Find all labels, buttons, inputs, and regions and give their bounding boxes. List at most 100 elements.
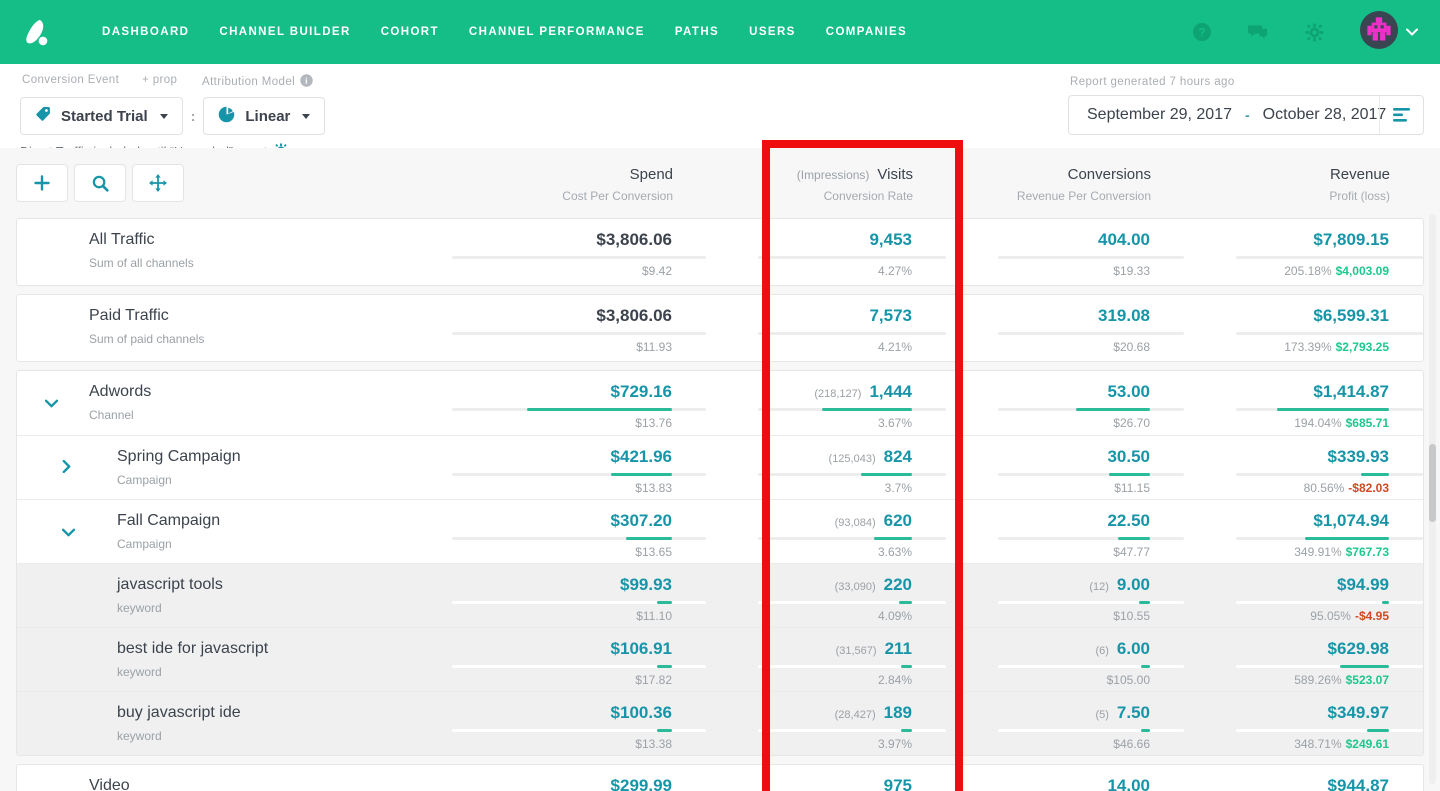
nav-item-channel-builder[interactable]: CHANNEL BUILDER (219, 26, 350, 38)
attribution-app: DASHBOARD CHANNEL BUILDER COHORT CHANNEL PE… (0, 0, 1440, 791)
scrollbar[interactable] (1429, 214, 1436, 784)
date-options-icon[interactable] (1379, 96, 1423, 134)
visits-bar-track (758, 256, 946, 259)
conversions-subvalue: $20.68 (946, 340, 1150, 354)
settings-gear-icon[interactable] (1304, 22, 1324, 42)
cell-revenue: $1,074.94349.91%$767.73 (1184, 500, 1423, 563)
nav-item-channel-performance[interactable]: CHANNEL PERFORMANCE (469, 26, 645, 38)
visits-value: 189 (884, 703, 912, 722)
nav-menu: DASHBOARD CHANNEL BUILDER COHORT CHANNEL PE… (72, 26, 907, 38)
table-row-video[interactable]: VideoChannel$299.9997514.00$944.87 (17, 765, 1423, 791)
row-name-cell: Spring Campaign Campaign (17, 436, 452, 499)
nav-item-users[interactable]: USERS (749, 26, 796, 38)
visits-value: 620 (884, 511, 912, 530)
row-type-label: Campaign (117, 473, 452, 487)
conversions-bar-fill (1076, 408, 1150, 411)
help-icon[interactable]: ? (1192, 22, 1212, 42)
table-row-fall-campaign[interactable]: Fall CampaignCampaign$307.20$13.65(93,08… (17, 499, 1423, 563)
revenue-bar-track (1236, 601, 1423, 604)
conversion-event-dropdown[interactable]: Started Trial (20, 97, 183, 135)
nav-item-paths[interactable]: PATHS (675, 26, 719, 38)
visits-value: 824 (884, 447, 912, 466)
cell-conversions: (12)9.00$10.55 (946, 564, 1184, 627)
chevron-right-icon[interactable] (62, 460, 71, 478)
visits-subvalue: 3.63% (706, 545, 912, 559)
cell-spend: $3,806.06$9.42 (452, 219, 706, 285)
attribution-model-value: Linear (245, 108, 290, 125)
cell-visits: 7,5734.21% (706, 295, 946, 361)
profit-value: -$4.95 (1355, 609, 1389, 623)
search-button[interactable] (74, 164, 126, 202)
caret-down-icon (160, 114, 168, 119)
row-name-cell: best ide for javascriptkeyword (17, 628, 452, 691)
table-row-adwords[interactable]: AdwordsChannel$729.16$13.76(218,127)1,44… (17, 371, 1423, 435)
conversions-bar-fill (1141, 665, 1150, 668)
table-row-spring-campaign[interactable]: Spring CampaignCampaign$421.96$13.83(125… (17, 435, 1423, 499)
visits-subvalue: 3.7% (706, 481, 912, 495)
nav-item-dashboard[interactable]: DASHBOARD (102, 26, 189, 38)
row-title: All Traffic (89, 231, 452, 249)
add-channel-button[interactable] (16, 164, 68, 202)
table-row-all-traffic[interactable]: All Traffic Sum of all channels$3,806.06$… (17, 219, 1423, 285)
visits-bar-fill (861, 473, 912, 476)
row-name-cell: VideoChannel (17, 765, 452, 791)
visits-bar-fill (901, 729, 912, 732)
move-button[interactable] (132, 164, 184, 202)
row-name-cell: Paid TrafficSum of paid channels (17, 295, 452, 361)
chevron-down-icon[interactable] (62, 524, 75, 542)
table-row-javascript-tools[interactable]: javascript toolskeyword$99.93$11.10(33,0… (17, 563, 1423, 627)
cell-visits: (125,043) 824 3.7% (706, 436, 946, 499)
cell-conversions: 53.00$26.70 (946, 371, 1184, 435)
attribution-model-dropdown[interactable]: Linear (203, 97, 325, 135)
cell-revenue: $349.97348.71%$249.61 (1184, 692, 1423, 755)
cell-spend: $421.96$13.83 (452, 436, 706, 499)
impressions-value: (218,127) (814, 388, 861, 400)
cell-conversions: 404.00$19.33 (946, 219, 1184, 285)
table-card: Paid TrafficSum of paid channels$3,806.0… (16, 294, 1424, 362)
table-toolbar (16, 164, 453, 210)
conversions-value: 6.00 (1117, 639, 1150, 658)
chat-icon[interactable] (1248, 22, 1268, 42)
spend-value: $106.91 (611, 639, 672, 658)
row-name-cell: buy javascript idekeyword (17, 692, 452, 755)
impressions-value: (93,084) (835, 517, 876, 529)
revenue-value: $94.99 (1337, 575, 1389, 594)
spend-bar-track (452, 601, 706, 604)
revenue-bar-track (1236, 256, 1423, 259)
profit-percent: 194.04% (1294, 416, 1341, 430)
row-title: Spring Campaign (117, 448, 452, 466)
cell-revenue: $339.9380.56%-$82.03 (1184, 436, 1423, 499)
table-body: All Traffic Sum of all channels$3,806.06$… (16, 218, 1424, 791)
visits-bar-fill (901, 665, 912, 668)
column-header-visits[interactable]: (Impressions)Visits Conversion Rate (707, 164, 947, 210)
impressions-value: (125,043) (829, 453, 876, 465)
chevron-down-icon[interactable] (45, 395, 58, 413)
nav-item-companies[interactable]: COMPANIES (826, 26, 907, 38)
info-icon[interactable]: i (300, 74, 313, 90)
scrollbar-thumb[interactable] (1429, 444, 1436, 522)
column-header-revenue[interactable]: Revenue Profit (loss) (1185, 164, 1424, 210)
conversions-bar-fill (1118, 537, 1150, 540)
nav-item-cohort[interactable]: COHORT (381, 26, 439, 38)
date-range-picker[interactable]: September 29, 2017 - October 28, 2017 (1068, 95, 1424, 135)
table-row-best-ide-for-javascript[interactable]: best ide for javascriptkeyword$106.91$17… (17, 627, 1423, 691)
spend-subvalue: $13.65 (452, 545, 672, 559)
conversions-subvalue: $26.70 (946, 416, 1150, 430)
column-header-spend[interactable]: Spend Cost Per Conversion (453, 164, 707, 210)
revenue-subvalue: 589.26%$523.07 (1184, 673, 1389, 687)
cell-visits: (93,084) 620 3.63% (706, 500, 946, 563)
add-prop-button[interactable]: + prop (142, 74, 177, 86)
row-type-label: Sum of all channels (89, 256, 452, 270)
app-logo-icon[interactable] (20, 17, 50, 47)
table-row-paid-traffic[interactable]: Paid TrafficSum of paid channels$3,806.0… (17, 295, 1423, 361)
spend-bar-track (452, 332, 706, 335)
user-menu[interactable] (1360, 11, 1418, 54)
cell-revenue: $944.87 (1184, 765, 1423, 791)
spend-value: $729.16 (611, 382, 672, 401)
column-header-conversions[interactable]: Conversions Revenue Per Conversion (947, 164, 1185, 210)
table-row-buy-javascript-ide[interactable]: buy javascript idekeyword$100.36$13.38(2… (17, 691, 1423, 755)
revenue-subvalue: 173.39%$2,793.25 (1184, 340, 1389, 354)
cell-visits: 9,4534.27% (706, 219, 946, 285)
row-type-label: keyword (117, 729, 452, 743)
row-title: Paid Traffic (89, 307, 452, 325)
